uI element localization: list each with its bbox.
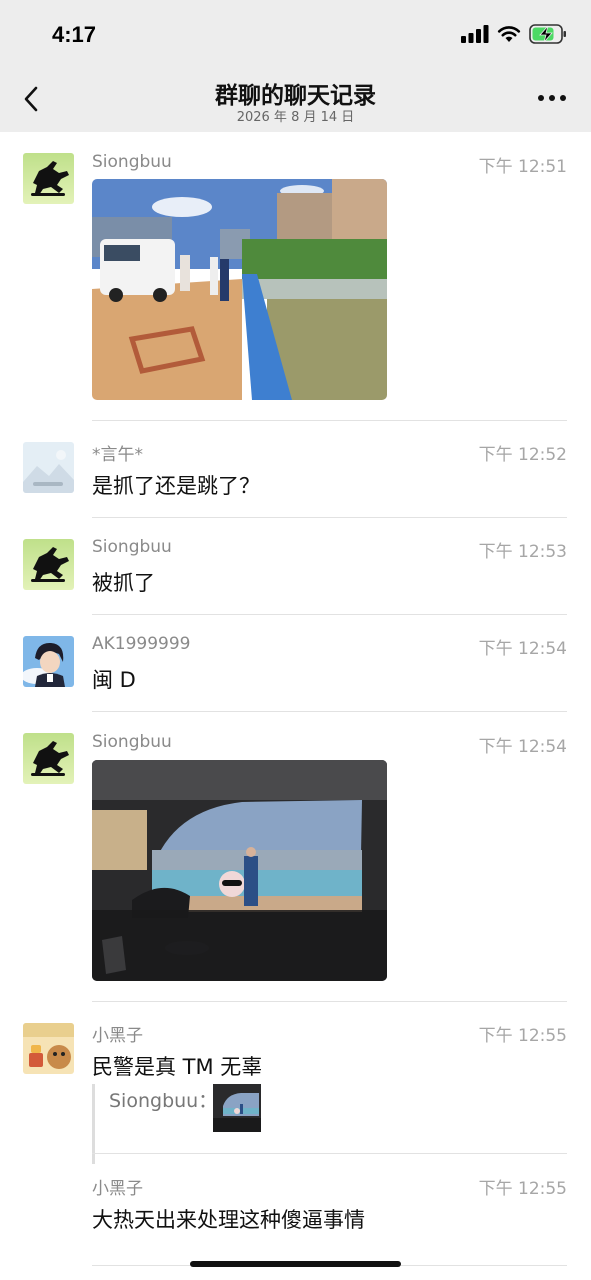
chat-message: *言午* 下午 12:52 是抓了还是跳了？	[0, 421, 591, 518]
sender-name: Siongbuu	[92, 537, 172, 557]
avatar[interactable]	[23, 539, 74, 590]
sender-name: Siongbuu	[92, 152, 172, 172]
message-time: 下午 12:54	[478, 737, 567, 757]
avatar[interactable]	[23, 636, 74, 687]
message-text[interactable]: 民警是真 TM 无辜	[92, 1051, 262, 1081]
message-time: 下午 12:55	[478, 1179, 567, 1199]
sender-name: AK1999999	[92, 634, 191, 654]
home-indicator[interactable]	[190, 1261, 401, 1267]
sender-name: Siongbuu	[92, 732, 172, 752]
image-message-car-window-scene[interactable]	[92, 760, 387, 981]
cellular-signal-icon	[461, 25, 489, 43]
quoted-sender-name: Siongbuu：	[109, 1090, 218, 1112]
message-time: 下午 12:52	[478, 445, 567, 465]
status-icons	[461, 24, 567, 44]
wifi-icon	[497, 26, 521, 42]
message-text[interactable]: 被抓了	[92, 567, 155, 597]
more-options-icon[interactable]	[537, 92, 567, 104]
quoted-message[interactable]: Siongbuu：	[92, 1084, 261, 1164]
avatar[interactable]	[23, 733, 74, 784]
message-text[interactable]: 闽 D	[92, 664, 136, 694]
message-text[interactable]: 大热天出来处理这种傻逼事情	[92, 1204, 365, 1234]
chat-message: Siongbuu 下午 12:54	[0, 712, 591, 1002]
image-message-bridge-scene[interactable]	[92, 179, 387, 400]
page-title: 群聊的聊天记录	[215, 83, 376, 109]
chat-history-list[interactable]: Siongbuu 下午 12:51 *言午* 下午 12:52 是抓了还是跳了？…	[0, 132, 591, 1280]
chat-message: Siongbuu 下午 12:53 被抓了	[0, 518, 591, 615]
message-time: 下午 12:54	[478, 639, 567, 659]
message-time: 下午 12:55	[478, 1026, 567, 1046]
message-time: 下午 12:51	[478, 157, 567, 177]
status-time: 4:17	[52, 22, 97, 47]
avatar[interactable]	[23, 1023, 74, 1074]
chat-message: 小黑子 下午 12:55 民警是真 TM 无辜 Siongbuu：	[0, 1002, 591, 1164]
quoted-image-thumbnail[interactable]	[213, 1084, 261, 1132]
chat-message: AK1999999 下午 12:54 闽 D	[0, 615, 591, 712]
chat-message: Siongbuu 下午 12:51	[0, 132, 591, 422]
sender-name: 小黑子	[92, 1179, 143, 1199]
message-time: 下午 12:53	[478, 542, 567, 562]
sender-name: 小黑子	[92, 1026, 143, 1046]
avatar[interactable]	[23, 153, 74, 204]
sender-name: *言午*	[92, 445, 143, 465]
battery-charging-icon	[529, 24, 566, 44]
nav-bar: 群聊的聊天记录 2026 年 8 月 14 日	[0, 66, 591, 132]
avatar[interactable]	[23, 442, 74, 493]
page-subtitle-date: 2026 年 8 月 14 日	[236, 110, 355, 125]
status-bar: 4:17	[0, 0, 591, 66]
chat-message: 小黑子 下午 12:55 大热天出来处理这种傻逼事情	[0, 1154, 591, 1266]
message-text[interactable]: 是抓了还是跳了？	[92, 470, 260, 500]
